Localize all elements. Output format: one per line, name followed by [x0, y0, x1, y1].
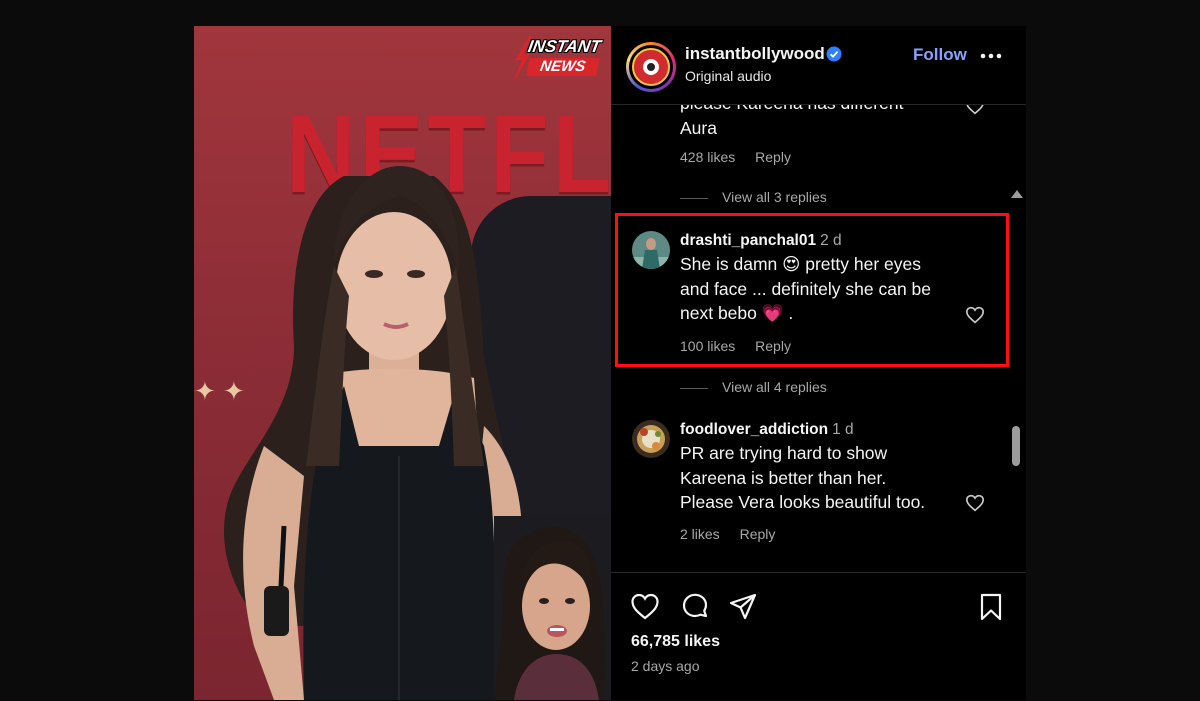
comment-text: PR are trying hard to show Kareena is be…	[680, 441, 990, 515]
post-actions: 66,785 likes 2 days ago	[611, 572, 1026, 701]
post-header: instantbollywood Original audio Follow	[611, 26, 1026, 105]
comment-time: 1 d	[832, 421, 854, 438]
account-avatar[interactable]	[626, 42, 676, 92]
camera-logo-icon	[643, 59, 659, 75]
badge-line2: NEWS	[526, 58, 600, 76]
comment-line: please Kareena has different	[680, 105, 980, 116]
comment-meta: 428 likes Reply	[680, 149, 807, 165]
comment-like-icon[interactable]	[965, 494, 985, 512]
comment-line: PR are trying hard to show	[680, 443, 888, 463]
comment-likes[interactable]: 2 likes	[680, 526, 720, 542]
comment-text: She is damn 😍 pretty her eyes and face .…	[680, 252, 980, 326]
commenter-avatar[interactable]	[632, 420, 670, 458]
post-media[interactable]: NETFLI ✦ ✦ INSTANT NEWS	[194, 26, 611, 700]
reply-button[interactable]: Reply	[755, 149, 791, 165]
comment-time: 2 d	[820, 232, 842, 249]
post-timestamp[interactable]: 2 days ago	[631, 658, 700, 674]
post-details-panel: instantbollywood Original audio Follow p…	[611, 26, 1026, 700]
commenter-avatar[interactable]	[632, 231, 670, 269]
comment-likes[interactable]: 100 likes	[680, 338, 735, 354]
comment-line: Kareena is better than her.	[680, 467, 887, 488]
comment-line: She is damn 😍 pretty her eyes	[680, 254, 921, 274]
instant-news-badge: INSTANT NEWS	[513, 36, 609, 82]
comment-like-icon[interactable]	[965, 306, 985, 324]
divider	[680, 197, 708, 199]
comment-icon[interactable]	[680, 592, 710, 622]
comment-line: and face ... definitely she can be	[680, 278, 931, 299]
heart-icon[interactable]	[630, 592, 660, 622]
comment-like-icon[interactable]	[965, 105, 985, 115]
follow-button[interactable]: Follow	[913, 45, 967, 65]
more-icon[interactable]	[979, 52, 1003, 60]
account-username[interactable]: instantbollywood	[685, 44, 825, 64]
share-icon[interactable]	[728, 592, 758, 622]
picture-in-picture-person	[494, 516, 611, 700]
view-replies-label: View all 4 replies	[722, 379, 827, 395]
comments-scrollbar[interactable]	[1007, 184, 1026, 572]
comment-line: next bebo 💗 .	[680, 303, 794, 323]
commenter-name[interactable]: drashti_panchal01 2 d	[680, 232, 842, 250]
post-likes-count[interactable]: 66,785 likes	[631, 633, 720, 651]
commenter-username[interactable]: drashti_panchal01	[680, 232, 816, 249]
comment-line: Please Vera looks beautiful too.	[680, 492, 926, 512]
comment-likes[interactable]: 428 likes	[680, 149, 735, 165]
comment-line: Aura	[680, 117, 717, 138]
comment-meta: 100 likes Reply	[680, 338, 807, 354]
reply-button[interactable]: Reply	[740, 526, 776, 542]
scroll-up-arrow[interactable]	[1011, 190, 1023, 198]
verified-icon	[826, 46, 842, 62]
bookmark-icon[interactable]	[976, 592, 1006, 622]
view-replies-button[interactable]: View all 3 replies	[680, 189, 827, 205]
comments-list[interactable]: please Kareena has different Aura 428 li…	[611, 105, 1026, 572]
scroll-thumb[interactable]	[1012, 426, 1020, 466]
reply-button[interactable]: Reply	[755, 338, 791, 354]
comment-text: please Kareena has different Aura	[680, 105, 980, 140]
comment-meta: 2 likes Reply	[680, 526, 791, 542]
commenter-username[interactable]: foodlover_addiction	[680, 421, 828, 438]
audio-label[interactable]: Original audio	[685, 68, 771, 84]
view-replies-button[interactable]: View all 4 replies	[680, 379, 827, 395]
divider	[680, 387, 708, 389]
commenter-name[interactable]: foodlover_addiction 1 d	[680, 421, 854, 439]
view-replies-label: View all 3 replies	[722, 189, 827, 205]
